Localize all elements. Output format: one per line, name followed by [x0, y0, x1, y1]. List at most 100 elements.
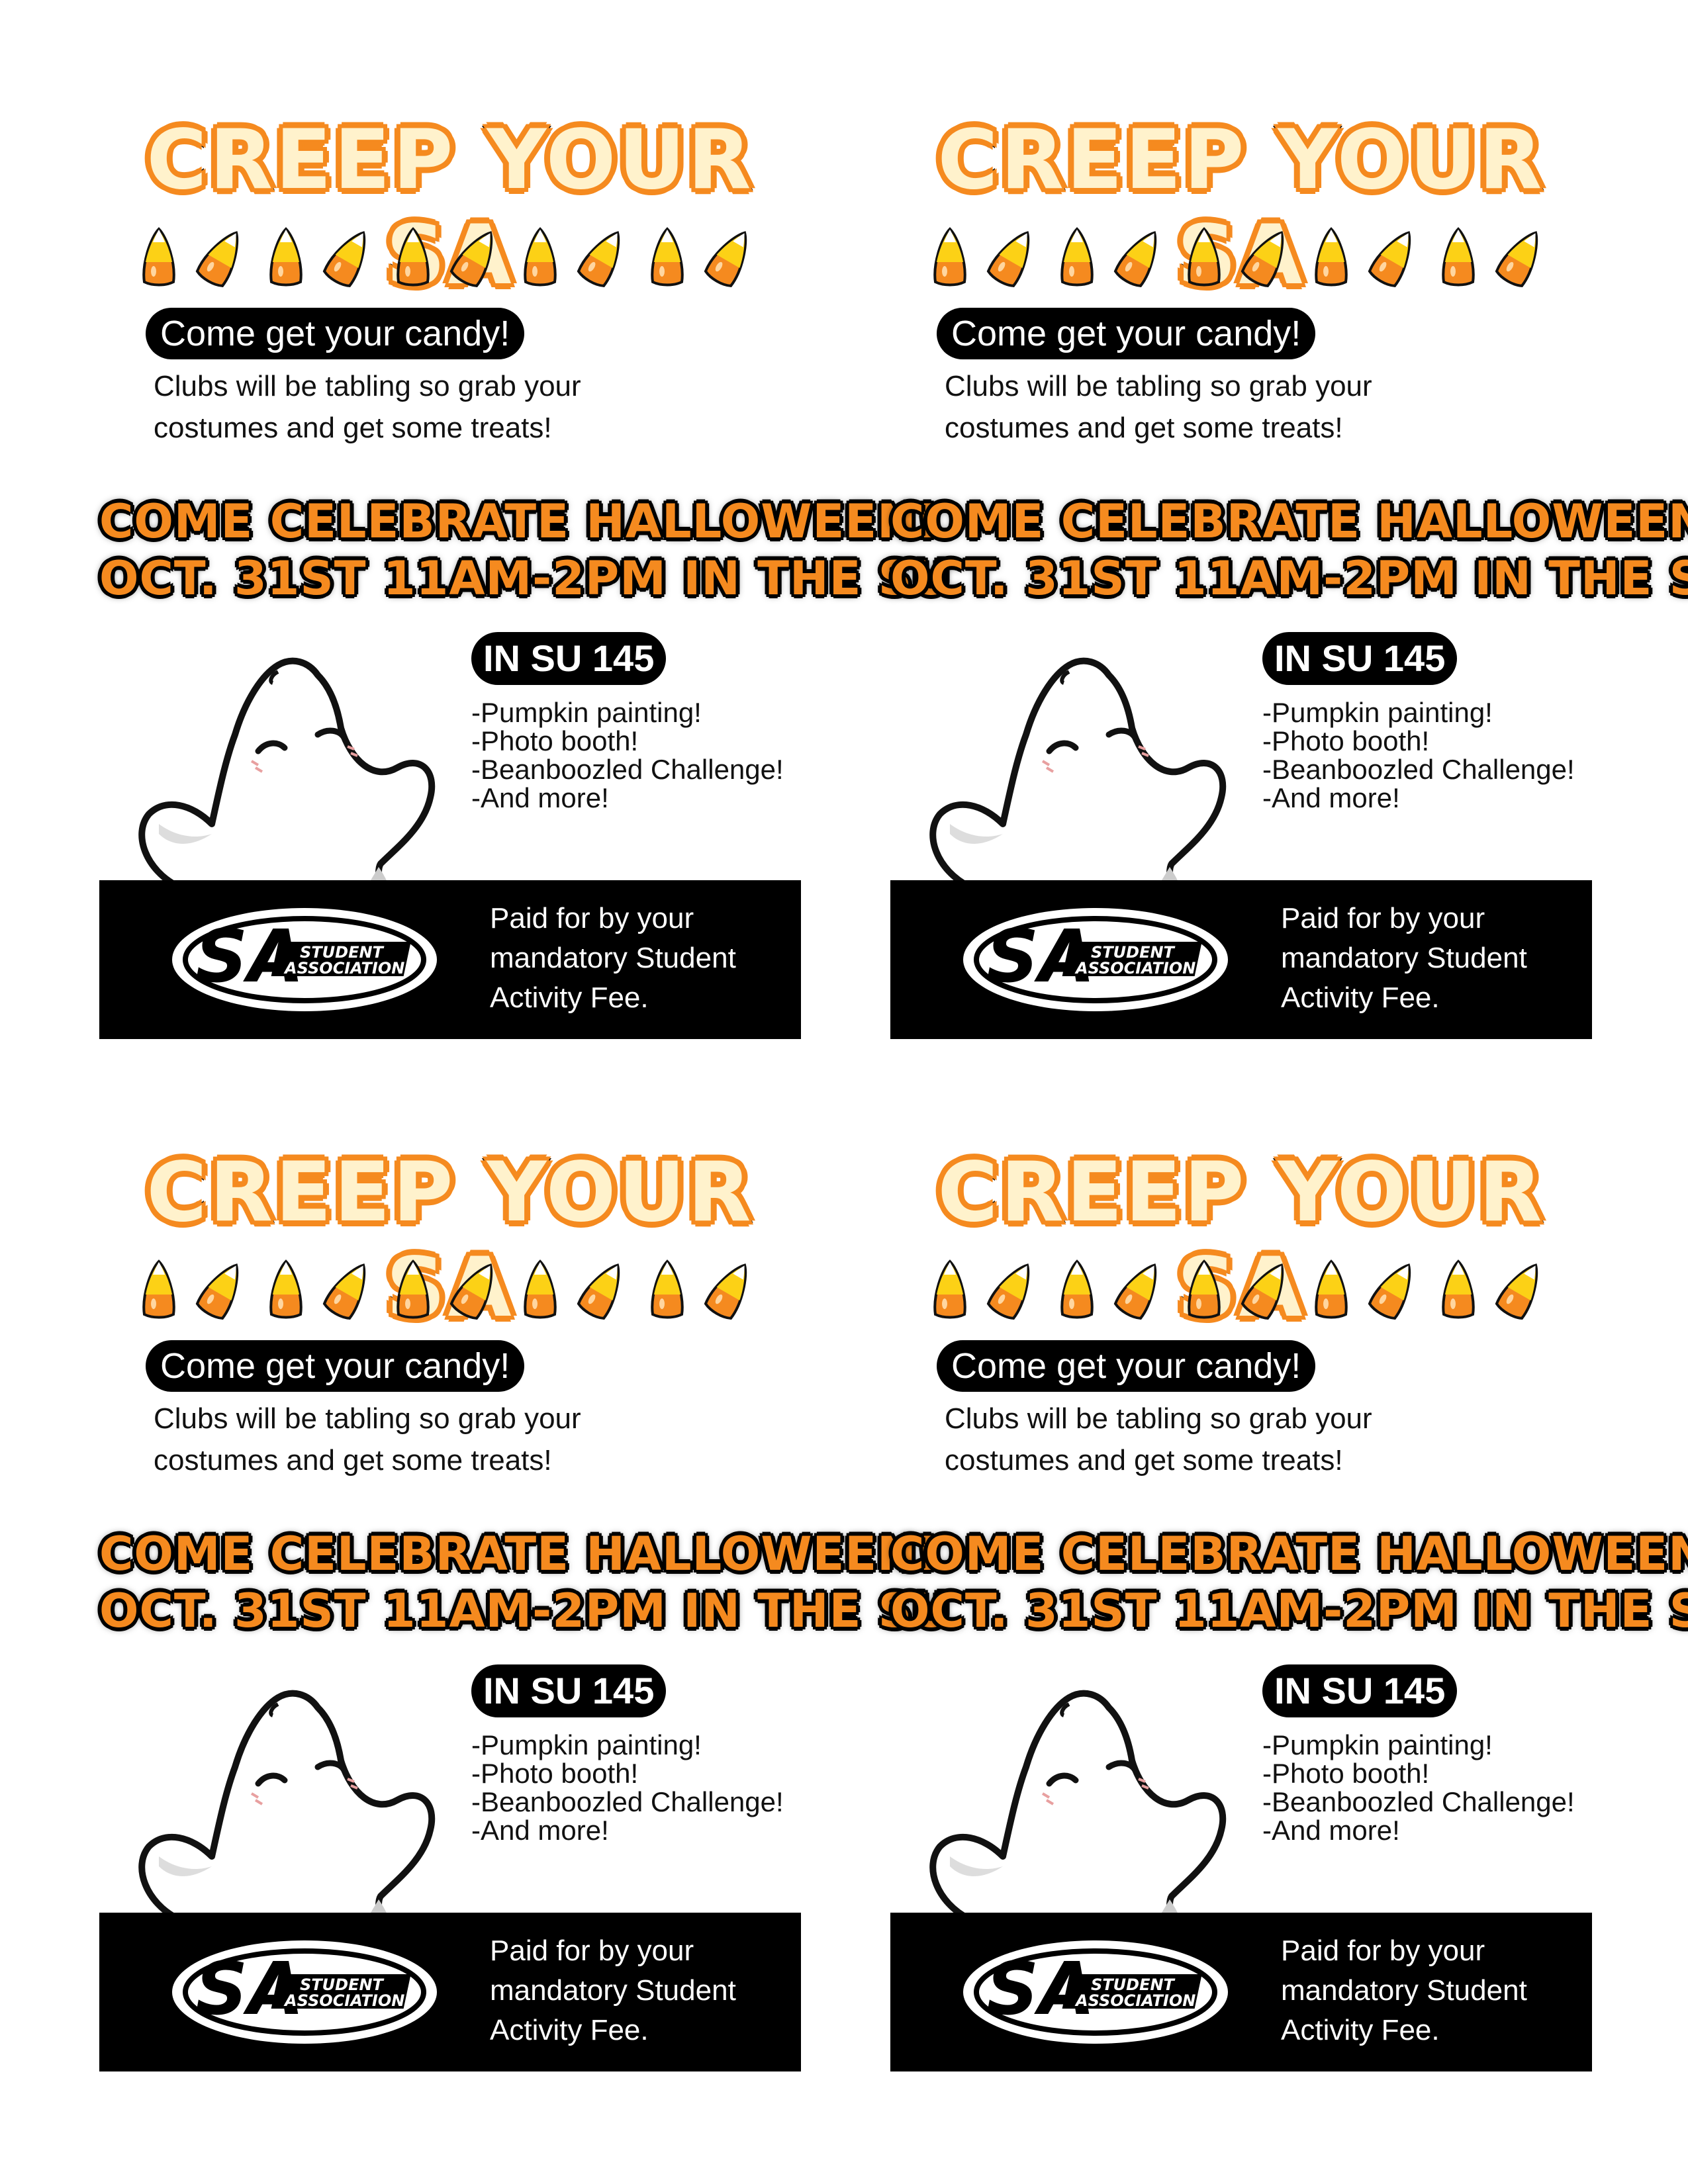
candy-corn-icon [269, 227, 303, 287]
candy-corn-icon [1241, 231, 1284, 287]
celebrate-line-2: OCT. 31ST 11AM-2PM IN THE SU [890, 551, 1688, 606]
activity-item: -And more! [1262, 1815, 1400, 1846]
activity-item: -Photo booth! [471, 1758, 639, 1789]
candy-corn-icon [651, 1259, 684, 1319]
activity-item: -Pumpkin painting! [471, 1729, 702, 1760]
footer-bar: SA STUDENT ASSOCIATION Paid for by your … [99, 880, 801, 1039]
sa-logo: SA STUDENT ASSOCIATION [960, 1936, 1231, 2048]
candy-corn-icon [704, 1263, 747, 1320]
flyer-description: Clubs will be tabling so grab your costu… [945, 370, 1372, 444]
candy-heading: Come get your candy! [937, 1340, 1316, 1392]
flyer-card: CREEP YOUR SA Come get your candy! Clubs… [890, 106, 1688, 1085]
activity-item: -Photo booth! [1262, 1758, 1430, 1789]
candy-corn-icon [1188, 227, 1221, 287]
room-label: IN SU 145 [1262, 1664, 1458, 1717]
candy-corn-icon [1060, 227, 1094, 287]
candy-corn-icon [195, 1263, 239, 1320]
activity-item: -Beanboozled Challenge! [1262, 754, 1575, 785]
flyer-card: CREEP YOUR SA Come get your candy! Clubs… [99, 1138, 950, 2118]
footer-bar: SA STUDENT ASSOCIATION Paid for by your … [890, 1913, 1592, 2071]
activity-item: -Pumpkin painting! [1262, 697, 1493, 728]
candy-corn-icon [704, 231, 747, 287]
activity-item: -And more! [471, 1815, 609, 1846]
candy-heading: Come get your candy! [937, 308, 1316, 359]
activity-item: -Pumpkin painting! [1262, 1729, 1493, 1760]
candy-corn-icon [322, 1263, 366, 1320]
candy-heading: Come get your candy! [146, 308, 525, 359]
celebrate-line-1: COME CELEBRATE HALLOWEEN! [99, 494, 939, 549]
footer-bar: SA STUDENT ASSOCIATION Paid for by your … [890, 880, 1592, 1039]
candy-corn-icon [651, 227, 684, 287]
candy-corn-icon [986, 1263, 1030, 1320]
activity-item: -Beanboozled Challenge! [471, 1786, 784, 1817]
svg-text:ASSOCIATION: ASSOCIATION [1074, 959, 1196, 978]
candy-corn-icon [1368, 1263, 1411, 1320]
activity-list: -Pumpkin painting! -Photo booth! -Beanbo… [471, 698, 802, 812]
sa-logo: SA STUDENT ASSOCIATION [169, 1936, 440, 2048]
flyer-description: Clubs will be tabling so grab your costu… [945, 1402, 1372, 1477]
candy-corn-icon [269, 1259, 303, 1319]
celebrate-line-2: OCT. 31ST 11AM-2PM IN THE SU [890, 1584, 1688, 1638]
celebrate-line-1: COME CELEBRATE HALLOWEEN! [890, 494, 1688, 549]
activity-list: -Pumpkin painting! -Photo booth! -Beanbo… [1262, 698, 1593, 812]
candy-corn-icon [1442, 1259, 1475, 1319]
celebrate-line-2: OCT. 31ST 11AM-2PM IN THE SU [99, 551, 951, 606]
candy-corn-icon [933, 227, 966, 287]
celebrate-line-1: COME CELEBRATE HALLOWEEN! [99, 1527, 939, 1581]
candy-corn-icon [195, 231, 239, 287]
activity-list: -Pumpkin painting! -Photo booth! -Beanbo… [1262, 1731, 1593, 1844]
candy-corn-icon [933, 1259, 966, 1319]
candy-corn-icon [449, 231, 493, 287]
candy-corn-icon [1188, 1259, 1221, 1319]
candy-corn-icon [577, 231, 620, 287]
room-label: IN SU 145 [471, 632, 667, 685]
room-label: IN SU 145 [471, 1664, 667, 1717]
fee-note: Paid for by your mandatory Student Activ… [490, 902, 736, 1014]
activity-list: -Pumpkin painting! -Photo booth! -Beanbo… [471, 1731, 802, 1844]
celebrate-line-1: COME CELEBRATE HALLOWEEN! [890, 1527, 1688, 1581]
candy-corn-row [132, 1256, 768, 1322]
candy-corn-icon [1368, 231, 1411, 287]
candy-heading: Come get your candy! [146, 1340, 525, 1392]
activity-item: -And more! [1262, 782, 1400, 813]
candy-corn-icon [577, 1263, 620, 1320]
candy-corn-icon [1241, 1263, 1284, 1320]
activity-item: -Photo booth! [471, 725, 639, 756]
activity-item: -Photo booth! [1262, 725, 1430, 756]
celebrate-banner: COME CELEBRATE HALLOWEEN! OCT. 31ST 11AM… [890, 1525, 1688, 1639]
flyer-description: Clubs will be tabling so grab your costu… [154, 1402, 581, 1477]
room-label: IN SU 145 [1262, 632, 1458, 685]
candy-corn-icon [1495, 1263, 1538, 1320]
candy-corn-row [923, 1256, 1559, 1322]
candy-corn-icon [449, 1263, 493, 1320]
candy-corn-icon [1315, 227, 1348, 287]
activity-item: -Pumpkin painting! [471, 697, 702, 728]
candy-corn-icon [524, 227, 557, 287]
candy-corn-row [132, 224, 768, 290]
candy-corn-icon [142, 227, 175, 287]
svg-text:ASSOCIATION: ASSOCIATION [1074, 1991, 1196, 2010]
fee-note: Paid for by your mandatory Student Activ… [1281, 902, 1527, 1014]
candy-corn-icon [524, 1259, 557, 1319]
fee-note: Paid for by your mandatory Student Activ… [490, 1934, 736, 2046]
candy-corn-icon [1113, 231, 1157, 287]
footer-bar: SA STUDENT ASSOCIATION Paid for by your … [99, 1913, 801, 2071]
activity-item: -And more! [471, 782, 609, 813]
candy-corn-icon [1060, 1259, 1094, 1319]
sa-logo: SA STUDENT ASSOCIATION [960, 903, 1231, 1016]
activity-item: -Beanboozled Challenge! [471, 754, 784, 785]
candy-corn-icon [1495, 231, 1538, 287]
candy-corn-icon [1113, 1263, 1157, 1320]
candy-corn-icon [322, 231, 366, 287]
fee-note: Paid for by your mandatory Student Activ… [1281, 1934, 1527, 2046]
candy-corn-icon [142, 1259, 175, 1319]
candy-corn-icon [986, 231, 1030, 287]
svg-text:ASSOCIATION: ASSOCIATION [283, 959, 404, 978]
svg-text:ASSOCIATION: ASSOCIATION [283, 1991, 404, 2010]
flyer-card: CREEP YOUR SA Come get your candy! Clubs… [99, 106, 951, 1085]
candy-corn-icon [1315, 1259, 1348, 1319]
candy-corn-icon [397, 1259, 430, 1319]
sa-logo: SA STUDENT ASSOCIATION [169, 903, 440, 1016]
candy-corn-row [923, 224, 1559, 290]
flyer-card: CREEP YOUR SA Come get your candy! Clubs… [890, 1138, 1688, 2118]
